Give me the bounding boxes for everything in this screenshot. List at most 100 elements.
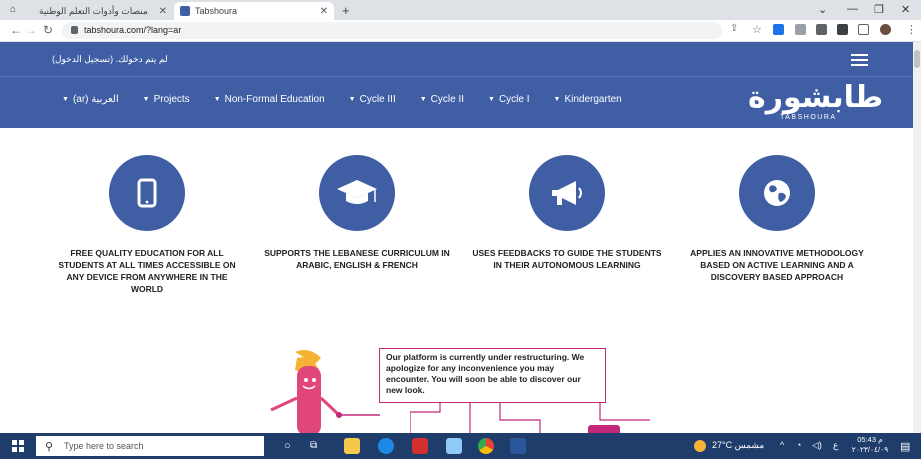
- tab-title: منصات وأدوات التعلم الوطنية: [39, 5, 148, 16]
- main-menu: ▼ (ar) العربية ▼ Projects ▼ Non-Formal Educ…: [62, 94, 646, 105]
- caret-down-icon: ▼: [142, 96, 150, 103]
- url-field[interactable]: tabshoura.com/?lang=ar: [62, 22, 722, 39]
- decorative-block: [588, 425, 620, 433]
- menu-item-non-formal-education[interactable]: ▼ Non-Formal Education: [214, 94, 325, 105]
- mascot-illustration: [270, 350, 380, 435]
- menu-item-cycle-3[interactable]: ▼ Cycle III: [349, 94, 396, 105]
- close-tab-icon[interactable]: ✕: [320, 6, 328, 17]
- caret-down-icon: ▼: [348, 96, 356, 103]
- menu-label: Kindergarten: [564, 94, 622, 105]
- restructuring-notice: Our platform is currently under restruct…: [379, 348, 606, 403]
- tray-chevron-icon[interactable]: ^: [780, 440, 784, 450]
- feature-icon-circle: [319, 155, 395, 231]
- windows-start-icon[interactable]: [12, 440, 24, 452]
- feature-icon-circle: [109, 155, 185, 231]
- profile-avatar[interactable]: [880, 24, 891, 35]
- network-icon[interactable]: ◔: [796, 440, 801, 450]
- reload-icon[interactable]: ↻: [43, 23, 53, 37]
- clock-time: 05:43 م: [857, 435, 883, 444]
- task-view-icon[interactable]: ⧉: [310, 440, 317, 451]
- forward-icon[interactable]: →: [25, 23, 37, 37]
- feature-text: USES FEEDBACKS TO GUIDE THE STUDENTS IN …: [472, 248, 662, 270]
- edge-browser-icon[interactable]: [378, 438, 394, 454]
- login-link[interactable]: لم يتم دخولك. (تسجيل الدخول): [52, 54, 168, 65]
- feature-text: SUPPORTS THE LEBANESE CURRICULUM IN ARAB…: [264, 248, 450, 270]
- app-icon[interactable]: [446, 438, 462, 454]
- clock-date: ٢٠٢٣/٠٤/٠٩: [851, 445, 889, 454]
- menu-item-kindergarten[interactable]: ▼ Kindergarten: [554, 94, 622, 105]
- volume-icon[interactable]: ◁): [812, 440, 822, 451]
- tab-search-icon[interactable]: ⌂: [10, 4, 16, 15]
- menu-label: Cycle III: [359, 94, 396, 105]
- logo-english-text: TABSHOURA: [780, 114, 837, 121]
- side-panel-icon[interactable]: [858, 24, 869, 35]
- address-bar-row: ← → ↻ tabshoura.com/?lang=ar ⇪ ☆ ⋮: [0, 20, 921, 42]
- taskbar-search-input[interactable]: ⚲ Type here to search: [36, 436, 264, 456]
- header-divider: [0, 76, 913, 77]
- tabshoura-logo[interactable]: طابشورة TABSHOURA: [742, 80, 885, 126]
- megaphone-icon: [552, 181, 582, 205]
- browser-tab-bar: ⌂ منصات وأدوات التعلم الوطنية ✕ Tabshour…: [0, 0, 921, 20]
- bookmark-star-icon[interactable]: ☆: [752, 23, 762, 36]
- caret-down-icon: ▼: [488, 96, 495, 103]
- hamburger-menu-icon[interactable]: [851, 54, 868, 66]
- menu-label: Non-Formal Education: [224, 94, 325, 105]
- menu-label: Cycle I: [498, 94, 530, 105]
- tab-title: Tabshoura: [195, 6, 238, 16]
- new-tab-button[interactable]: +: [342, 3, 350, 18]
- cortana-icon[interactable]: ○: [284, 440, 291, 452]
- clock[interactable]: 05:43 م ٢٠٢٣/٠٤/٠٩: [848, 435, 892, 455]
- input-language[interactable]: ع: [833, 440, 838, 451]
- file-explorer-icon[interactable]: [344, 438, 360, 454]
- extension-icon[interactable]: [816, 24, 827, 35]
- feature-icon-circle: [529, 155, 605, 231]
- feature-feedbacks: USES FEEDBACKS TO GUIDE THE STUDENTS IN …: [472, 155, 662, 271]
- tab-national-platforms[interactable]: منصات وأدوات التعلم الوطنية ✕: [33, 2, 173, 20]
- chrome-icon[interactable]: [478, 438, 494, 454]
- feature-icon-circle: [739, 155, 815, 231]
- feature-free-education: FREE QUALITY EDUCATION FOR ALL STUDENTS …: [52, 155, 242, 295]
- logo-arabic-text: طابشورة: [748, 80, 885, 115]
- feature-innovative-methodology: APPLIES AN INNOVATIVE METHODOLOGY BASED …: [682, 155, 872, 283]
- word-icon[interactable]: [510, 438, 526, 454]
- browser-menu-icon[interactable]: ⋮: [906, 23, 917, 36]
- notifications-icon[interactable]: ▤: [900, 440, 910, 453]
- menu-item-language[interactable]: ▼ (ar) العربية: [62, 94, 119, 105]
- caret-down-icon: ▼: [213, 96, 221, 103]
- menu-label: (ar) العربية: [72, 94, 119, 105]
- app-icon[interactable]: [412, 438, 428, 454]
- puzzle-extensions-icon[interactable]: [837, 24, 848, 35]
- sun-weather-icon[interactable]: [694, 440, 706, 452]
- menu-label: Projects: [153, 94, 190, 105]
- menu-item-cycle-2[interactable]: ▼ Cycle II: [420, 94, 464, 105]
- weather-text[interactable]: 27°C مشمس: [712, 440, 764, 451]
- feature-text: FREE QUALITY EDUCATION FOR ALL STUDENTS …: [58, 248, 236, 294]
- scrollbar-thumb[interactable]: [914, 50, 920, 68]
- close-window-button[interactable]: ✕: [901, 3, 910, 16]
- tab-search-dropdown-icon[interactable]: ⌄: [818, 3, 827, 16]
- minimize-button[interactable]: —: [847, 3, 858, 15]
- menu-label: Cycle II: [430, 94, 465, 105]
- globe-icon: [764, 180, 790, 206]
- close-tab-icon[interactable]: ✕: [159, 6, 167, 17]
- tab-tabshoura[interactable]: Tabshoura ✕: [174, 2, 334, 20]
- menu-item-cycle-1[interactable]: ▼ Cycle I: [488, 94, 530, 105]
- windows-taskbar: ⚲ Type here to search ○ ⧉ 27°C مشمس ^ ◔ …: [0, 433, 921, 459]
- tablet-icon: [137, 178, 157, 208]
- back-icon[interactable]: ←: [10, 23, 22, 37]
- search-placeholder: Type here to search: [64, 441, 144, 451]
- lock-icon: [71, 26, 78, 34]
- camera-extension-icon[interactable]: [795, 24, 806, 35]
- caret-down-icon: ▼: [62, 96, 69, 103]
- url-text: tabshoura.com/?lang=ar: [84, 25, 182, 35]
- site-header: لم يتم دخولك. (تسجيل الدخول) ▼ (ar) العرب…: [0, 42, 913, 128]
- menu-item-projects[interactable]: ▼ Projects: [143, 94, 190, 105]
- caret-down-icon: ▼: [419, 96, 427, 103]
- share-icon[interactable]: ⇪: [730, 23, 738, 34]
- extension-icon[interactable]: [773, 24, 784, 35]
- page-scrollbar[interactable]: [913, 42, 921, 433]
- graduation-cap-icon: [337, 180, 377, 204]
- tabshoura-favicon-icon: [180, 6, 190, 16]
- maximize-button[interactable]: ❐: [874, 3, 884, 16]
- search-icon: ⚲: [45, 441, 54, 453]
